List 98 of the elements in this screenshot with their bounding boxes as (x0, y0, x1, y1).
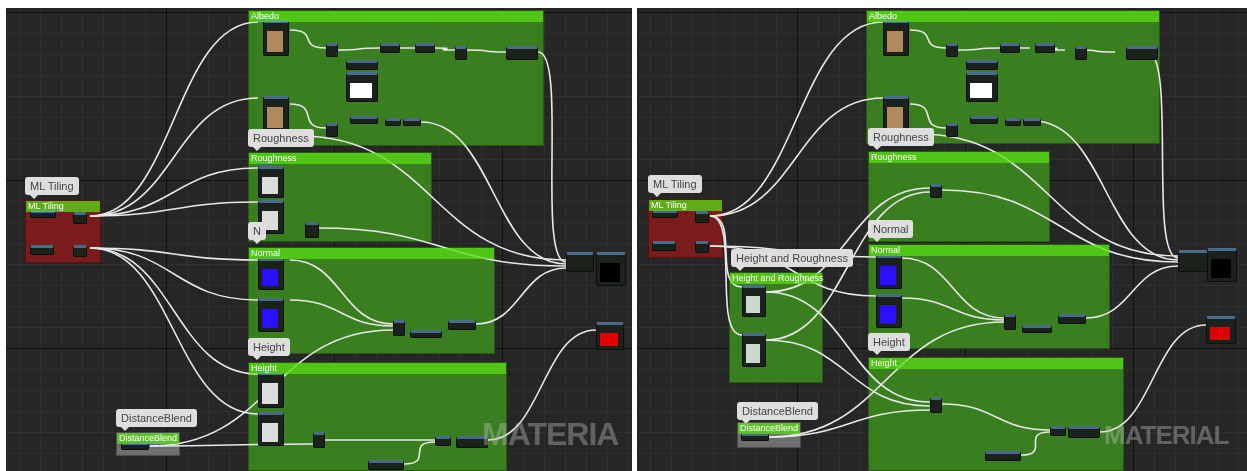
group-header: Height (869, 358, 1123, 369)
graph-node[interactable] (326, 123, 338, 137)
texture-preview (1211, 259, 1231, 278)
group-header: Normal (249, 248, 494, 259)
graph-node[interactable] (930, 184, 942, 198)
texture-preview (880, 266, 896, 285)
texture-preview (600, 333, 618, 346)
graph-node[interactable] (883, 20, 909, 56)
group-header: Albedo (867, 11, 1159, 22)
graph-node[interactable] (1022, 325, 1052, 333)
graph-node[interactable] (1068, 426, 1100, 438)
graph-node[interactable] (263, 20, 289, 56)
graph-node[interactable] (946, 43, 958, 57)
graph-node[interactable] (73, 245, 87, 257)
group-header: DistanceBlend (117, 433, 179, 444)
graph-node[interactable] (1075, 46, 1087, 60)
graph-node[interactable] (1207, 248, 1237, 282)
texture-preview (1210, 327, 1230, 340)
graph-node[interactable] (1023, 118, 1041, 126)
graph-node[interactable] (695, 211, 709, 223)
graph-node[interactable] (1005, 118, 1021, 126)
graph-node[interactable] (742, 285, 766, 317)
group-header: ML Tiling (26, 201, 100, 212)
graph-node[interactable] (506, 46, 538, 60)
graph-node[interactable] (966, 60, 998, 70)
texture-preview (746, 296, 760, 313)
graph-node[interactable] (313, 432, 325, 448)
graph-node[interactable] (985, 451, 1021, 461)
graph-node[interactable] (415, 43, 435, 53)
graph-node[interactable] (258, 258, 284, 290)
texture-preview (350, 83, 372, 98)
graph-node[interactable] (385, 118, 401, 126)
graph-node[interactable] (1050, 426, 1066, 436)
graph-node[interactable] (566, 252, 594, 272)
group-header: Roughness (249, 153, 431, 164)
texture-preview (600, 263, 620, 282)
texture-preview (887, 107, 903, 128)
graph-node[interactable] (30, 210, 56, 218)
graph-node[interactable] (652, 210, 678, 218)
texture-preview (262, 383, 278, 404)
graph-node[interactable] (380, 43, 400, 53)
graph-node[interactable] (410, 330, 442, 338)
graph-node[interactable] (596, 322, 624, 350)
graph-node[interactable] (455, 46, 467, 60)
graph-node[interactable] (393, 320, 405, 336)
texture-preview (262, 269, 278, 286)
texture-preview (746, 344, 760, 363)
group-header: Albedo (249, 11, 543, 22)
graph-node[interactable] (1035, 43, 1055, 53)
graph-node[interactable] (652, 241, 676, 251)
graph-node[interactable] (350, 116, 378, 124)
graph-node[interactable] (946, 123, 958, 137)
texture-preview (267, 107, 283, 128)
graph-node[interactable] (263, 96, 289, 132)
texture-preview (262, 309, 278, 328)
graph-node[interactable] (258, 200, 284, 234)
graph-node[interactable] (368, 460, 404, 470)
texture-preview (262, 177, 278, 194)
graph-node[interactable] (346, 72, 378, 102)
graph-node[interactable] (346, 60, 378, 70)
graph-node[interactable] (970, 116, 998, 124)
graph-node[interactable] (30, 245, 54, 255)
graph-node[interactable] (741, 433, 769, 441)
texture-preview (880, 305, 896, 324)
graph-node[interactable] (305, 222, 319, 238)
graph-node[interactable] (930, 397, 942, 413)
graph-node[interactable] (1126, 46, 1158, 60)
graph-node[interactable] (742, 333, 766, 367)
graph-node[interactable] (121, 442, 149, 450)
graph-node[interactable] (73, 212, 87, 224)
graph-node[interactable] (876, 255, 902, 289)
graph-node[interactable] (695, 241, 709, 253)
graph-node[interactable] (596, 252, 626, 286)
texture-preview (887, 31, 903, 52)
graph-node[interactable] (326, 43, 338, 57)
graph-node[interactable] (876, 294, 902, 328)
texture-preview (970, 83, 992, 98)
group-header: Height (249, 363, 506, 374)
graph-node[interactable] (1206, 316, 1236, 344)
graph-node[interactable] (1000, 43, 1020, 53)
group-header: ML Tiling (649, 200, 722, 211)
graph-node[interactable] (258, 166, 284, 198)
graph-node[interactable] (448, 320, 476, 330)
texture-preview (267, 31, 283, 52)
group-header: DistanceBlend (738, 423, 800, 434)
graph-node[interactable] (966, 72, 998, 102)
graph-node[interactable] (1058, 314, 1086, 324)
group-header: Roughness (869, 152, 1049, 163)
group-header: Height and Roughness (730, 273, 822, 284)
graph-node[interactable] (1004, 314, 1016, 330)
group-header: Normal (869, 245, 1109, 256)
graph-node[interactable] (258, 298, 284, 332)
graph-node[interactable] (435, 436, 451, 446)
graph-node[interactable] (258, 412, 284, 446)
graph-node[interactable] (258, 372, 284, 408)
graph-node[interactable] (403, 118, 421, 126)
texture-preview (262, 423, 278, 442)
graph-node[interactable] (1178, 250, 1208, 272)
